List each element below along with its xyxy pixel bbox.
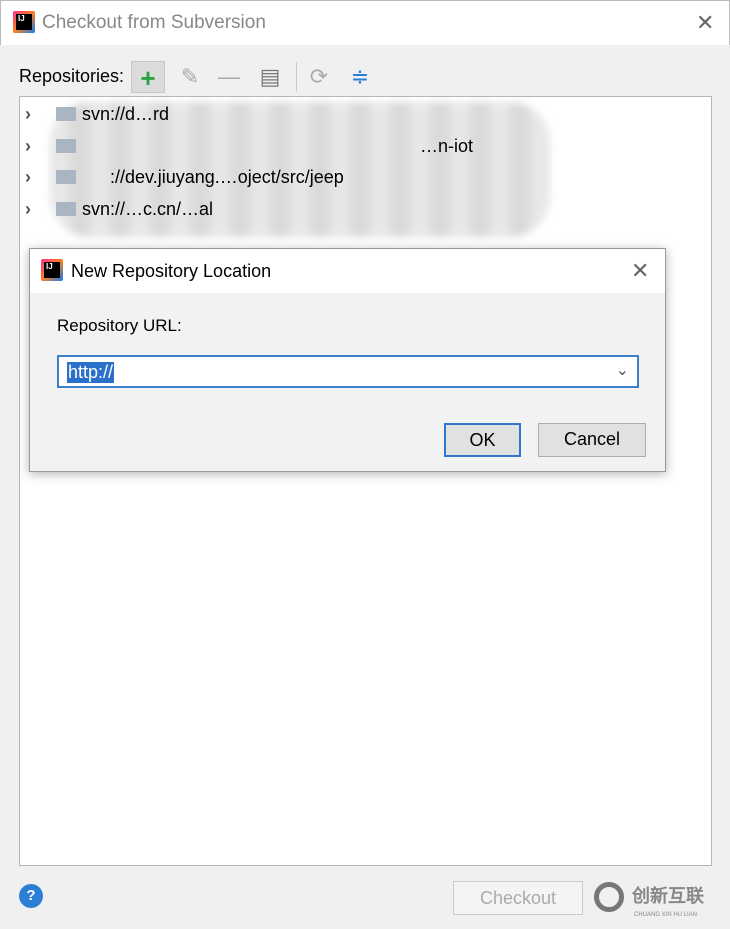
tree-item[interactable]: › svn://…c.cn/…al	[20, 194, 620, 224]
checkout-button[interactable]: Checkout	[453, 881, 583, 915]
chevron-right-icon[interactable]: ›	[25, 162, 31, 192]
url-input[interactable]: http://	[67, 362, 115, 383]
toolbar-separator	[296, 62, 297, 92]
title-bar: IJ Checkout from Subversion ✕	[0, 0, 730, 45]
window-title: Checkout from Subversion	[42, 12, 266, 33]
repository-url-combobox[interactable]: http:// ⌄	[57, 355, 639, 388]
collapse-all-button[interactable]: ≑	[343, 61, 377, 93]
watermark-logo: 创新互联 CHUANG XIN HU LIAN	[594, 882, 704, 918]
dialog-title-bar: IJ New Repository Location ✕	[30, 249, 665, 293]
intellij-logo-icon: IJ	[13, 11, 35, 33]
close-icon[interactable]: ✕	[631, 258, 649, 284]
dialog-title: New Repository Location	[71, 261, 272, 281]
ok-button[interactable]: OK	[444, 423, 521, 457]
folder-icon	[56, 170, 76, 184]
cancel-button[interactable]: Cancel	[538, 423, 646, 457]
remove-repository-button[interactable]: —	[212, 61, 246, 93]
browse-button[interactable]: ▤	[253, 61, 287, 93]
folder-icon	[56, 139, 76, 153]
tree-item[interactable]: ›://dev.jiuyang.…oject/src/jeep	[20, 162, 620, 192]
help-icon[interactable]: ?	[19, 884, 43, 908]
edit-repository-button[interactable]: ✎	[173, 61, 207, 93]
intellij-logo-icon: IJ	[41, 259, 63, 281]
repository-tree[interactable]: › svn://d…rd › …n-iot ›://dev.jiuyang.…oje…	[19, 96, 712, 866]
chevron-right-icon[interactable]: ›	[25, 131, 31, 161]
url-label: Repository URL:	[57, 316, 182, 335]
folder-icon	[56, 107, 76, 121]
tree-item[interactable]: › svn://d…rd	[20, 99, 620, 129]
tree-item[interactable]: › …n-iot	[20, 131, 620, 161]
refresh-button[interactable]: ⟳	[302, 61, 336, 93]
close-icon[interactable]: ✕	[696, 10, 714, 36]
add-repository-button[interactable]: +	[131, 61, 165, 93]
new-repository-dialog: IJ New Repository Location ✕ Repository …	[29, 248, 666, 472]
folder-icon	[56, 202, 76, 216]
chevron-right-icon[interactable]: ›	[25, 99, 31, 129]
watermark-icon	[594, 882, 624, 913]
repositories-label: Repositories:	[19, 66, 125, 86]
chevron-right-icon[interactable]: ›	[25, 194, 31, 224]
chevron-down-icon[interactable]: ⌄	[616, 360, 629, 380]
